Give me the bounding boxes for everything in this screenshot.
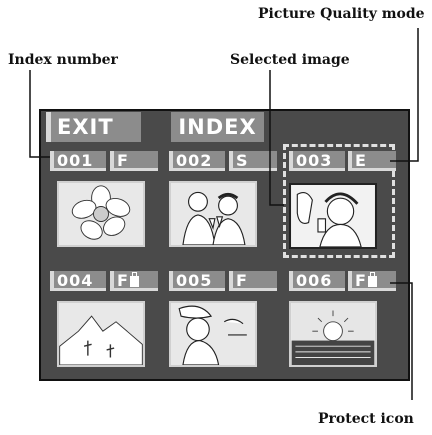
index-number-leader [29, 70, 50, 158]
callout-leader-lines [29, 28, 419, 400]
picture-quality-leader [390, 28, 419, 162]
selected-image-leader [269, 70, 284, 206]
protect-icon-leader [390, 282, 413, 400]
